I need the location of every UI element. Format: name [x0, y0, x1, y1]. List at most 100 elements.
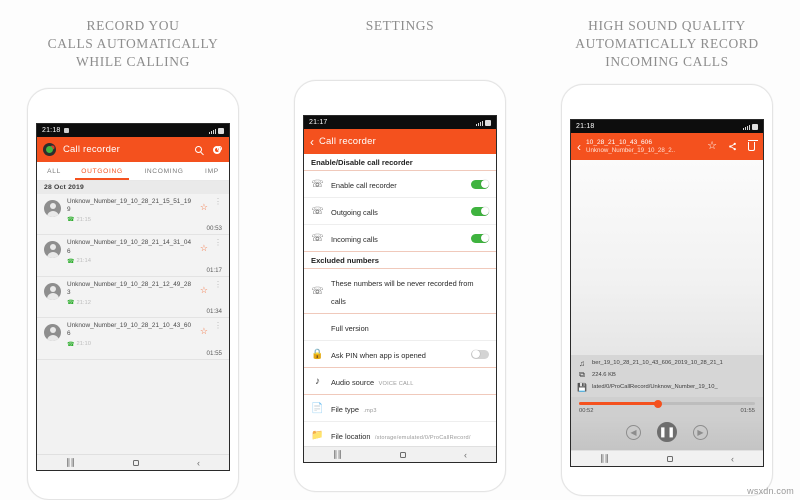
previous-icon[interactable]: ◀: [626, 424, 641, 440]
setting-row-full-version[interactable]: Full version: [304, 314, 496, 341]
back-icon[interactable]: ‹: [464, 450, 467, 460]
caption-line-2: CALLS AUTOMATICALLY: [47, 36, 219, 51]
trash-icon[interactable]: [747, 139, 758, 151]
settings-list[interactable]: Enable/Disable call recorder ☏ Enable ca…: [304, 154, 496, 446]
setting-label: Enable call recorder: [331, 181, 397, 190]
next-icon[interactable]: ▶: [693, 424, 708, 440]
call-duration: 01:34: [206, 308, 222, 316]
setting-row-excluded-numbers[interactable]: ☏ These numbers will be never recorded f…: [304, 269, 496, 314]
call-time: 21:15: [76, 216, 91, 223]
call-name: Unknow_Number_19_10_28_21_14_31_046: [67, 239, 192, 255]
home-icon[interactable]: [133, 459, 139, 466]
save-icon: 💾: [577, 382, 587, 392]
status-bar-2: 21:17: [304, 116, 496, 129]
setting-row-ask-pin[interactable]: 🔒 Ask PIN when app is opened: [304, 341, 496, 368]
chevron-left-icon[interactable]: ‹: [577, 141, 581, 153]
player-artwork-area: [571, 160, 763, 355]
table-row[interactable]: Unknow_Number_19_10_28_21_14_31_046 ☎ 21…: [37, 235, 229, 277]
favorite-star-icon[interactable]: ☆: [200, 202, 208, 213]
setting-label: These numbers will be never recorded fro…: [331, 279, 474, 306]
panel-player: HIGH SOUND QUALITY AUTOMATICALLY RECORD …: [534, 0, 800, 500]
app-title: Call recorder: [63, 144, 120, 155]
setting-row-file-type[interactable]: 📄 File type .mp3: [304, 395, 496, 422]
app-bar-2: ‹ Call recorder: [304, 129, 496, 154]
recents-icon[interactable]: ∥∥: [600, 453, 609, 464]
setting-row-incoming-calls[interactable]: ☏ Incoming calls: [304, 225, 496, 252]
recents-icon[interactable]: ∥∥: [333, 449, 342, 460]
tab-bar: ALL OUTGOING INCOMING IMP: [37, 162, 229, 181]
call-duration: 01:17: [206, 266, 222, 274]
gear-icon[interactable]: [213, 145, 222, 154]
row-overflow-icon[interactable]: ⋮: [214, 280, 222, 288]
excluded-number-icon: ☏: [311, 285, 324, 297]
app-bar-1: Call recorder: [37, 137, 229, 162]
seek-bar[interactable]: [579, 399, 755, 408]
folder-icon: 📁: [311, 429, 324, 441]
tab-incoming[interactable]: INCOMING: [133, 162, 195, 180]
metadata-row-size: ⧉ 224.6 KB: [577, 370, 757, 380]
lock-icon: 🔒: [311, 348, 324, 360]
favorite-star-icon[interactable]: ☆: [200, 243, 208, 254]
setting-row-audio-source[interactable]: ♪ Audio source VOICE CALL: [304, 368, 496, 395]
seek-handle[interactable]: [654, 399, 663, 408]
metadata-row-filename: ♫ ber_19_10_28_21_10_43_606_2019_10_28_2…: [577, 359, 757, 368]
call-duration: 01:55: [206, 349, 222, 357]
pause-icon[interactable]: ❚❚: [657, 422, 677, 442]
favorite-star-icon[interactable]: ☆: [200, 285, 208, 296]
outgoing-call-icon: ☎: [67, 300, 75, 307]
incoming-call-icon: ☏: [311, 232, 324, 244]
back-icon[interactable]: ‹: [731, 454, 734, 464]
tab-outgoing[interactable]: OUTGOING: [71, 162, 133, 180]
star-icon[interactable]: ☆: [707, 141, 717, 152]
home-icon[interactable]: [667, 455, 673, 462]
tab-all[interactable]: ALL: [37, 162, 71, 180]
table-row[interactable]: Unknow_Number_19_10_28_21_10_43_606 ☎ 21…: [37, 318, 229, 360]
player-controls: ◀ ❚❚ ▶: [571, 416, 763, 450]
toggle-incoming-calls[interactable]: [471, 233, 489, 243]
row-overflow-icon[interactable]: ⋮: [214, 198, 222, 206]
audio-source-icon: ♪: [315, 375, 320, 387]
section-header-excluded-numbers: Excluded numbers: [304, 252, 496, 269]
favorite-star-icon[interactable]: ☆: [200, 326, 208, 337]
setting-row-enable-call-recorder[interactable]: ☏ Enable call recorder: [304, 171, 496, 198]
battery-icon: [752, 123, 758, 130]
search-icon[interactable]: [195, 146, 202, 153]
toggle-enable-call-recorder[interactable]: [471, 179, 489, 189]
setting-row-outgoing-calls[interactable]: ☏ Outgoing calls: [304, 198, 496, 225]
panel-1-caption: RECORD YOU CALLS AUTOMATICALLY WHILE CAL…: [0, 0, 266, 71]
call-duration: 00:53: [206, 225, 222, 233]
caption-line-1: HIGH SOUND QUALITY: [588, 18, 746, 33]
signal-icon: [476, 120, 483, 126]
file-size-icon: ⧉: [579, 370, 585, 379]
toggle-outgoing-calls[interactable]: [471, 206, 489, 216]
toggle-ask-pin[interactable]: [471, 349, 489, 359]
call-name: Unknow_Number_19_10_28_21_15_51_199: [67, 198, 192, 214]
tab-important[interactable]: IMP: [195, 162, 229, 180]
watermark: wsxdn.com: [747, 486, 794, 496]
recording-metadata: ♫ ber_19_10_28_21_10_43_606_2019_10_28_2…: [571, 354, 763, 397]
caption-line-1: RECORD YOU: [86, 18, 180, 33]
current-time: 00:52: [579, 408, 594, 414]
call-list[interactable]: 28 Oct 2019 Unknow_Number_19_10_28_21_15…: [37, 181, 229, 454]
outgoing-call-icon: ☏: [311, 205, 324, 217]
table-row[interactable]: Unknow_Number_19_10_28_21_15_51_199 ☎ 21…: [37, 194, 229, 236]
android-nav-bar: ∥∥ ‹: [304, 446, 496, 462]
back-icon[interactable]: ‹: [197, 458, 200, 468]
row-overflow-icon[interactable]: ⋮: [214, 322, 222, 330]
battery-icon: [218, 127, 224, 134]
phone-screen-2: 21:17 ‹ Call recorder Enable/Disable cal…: [303, 115, 497, 463]
section-header-enable-disable: Enable/Disable call recorder: [304, 154, 496, 171]
setting-row-file-location[interactable]: 📁 File location /storage/emulated/0/ProC…: [304, 422, 496, 446]
share-icon[interactable]: [728, 142, 737, 151]
table-row[interactable]: Unknow_Number_19_10_28_21_12_49_283 ☎ 21…: [37, 276, 229, 319]
recents-icon[interactable]: ∥∥: [66, 457, 75, 468]
chevron-left-icon[interactable]: ‹: [310, 136, 314, 148]
call-time-row: ☎ 21:15: [67, 216, 194, 224]
status-time: 21:18: [576, 123, 595, 130]
total-time: 01:55: [740, 408, 755, 414]
avatar: [44, 200, 61, 217]
row-overflow-icon[interactable]: ⋮: [214, 239, 222, 247]
home-icon[interactable]: [400, 451, 406, 458]
panel-2-caption: SETTINGS: [267, 0, 533, 35]
metadata-filepath: lated/0/ProCallRecord/Unknow_Number_19_1…: [592, 384, 718, 390]
